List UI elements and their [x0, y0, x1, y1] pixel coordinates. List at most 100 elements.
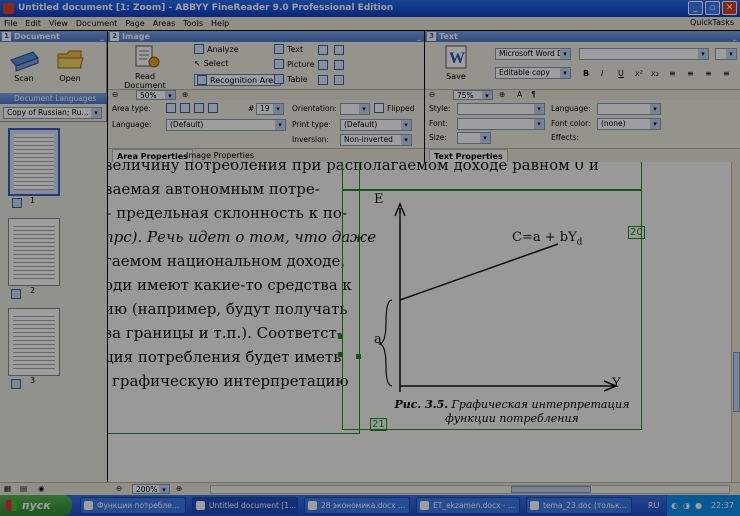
save-format-combo[interactable]: Microsoft Word D: [495, 48, 571, 60]
language-indicator[interactable]: RU: [648, 495, 659, 516]
close-button[interactable]: ✕: [722, 1, 737, 15]
align-right-icon[interactable]: ≡: [705, 69, 712, 78]
zoom-out-icon[interactable]: ⊖: [116, 483, 122, 495]
flipped-checkbox[interactable]: [374, 103, 384, 113]
recognition-area-picture[interactable]: [424, 190, 642, 430]
subscript-icon[interactable]: x₂: [651, 69, 659, 78]
bold-icon[interactable]: B: [583, 69, 589, 78]
text-zoom-combo[interactable]: 75%: [453, 90, 493, 100]
align-center-icon[interactable]: ≡: [687, 69, 694, 78]
taskbar-item[interactable]: tema_23.doc (тольк...: [526, 497, 632, 514]
font-size-combo[interactable]: [715, 48, 737, 60]
save-button[interactable]: W Save: [433, 44, 479, 81]
thumbnail-page-2[interactable]: [8, 218, 60, 299]
text-font-combo[interactable]: [457, 118, 545, 130]
minimize-panel-icon[interactable]: _: [100, 31, 104, 42]
recognition-area-header[interactable]: [424, 162, 642, 190]
thumbnail-page-3[interactable]: [8, 308, 60, 389]
image-zoom-combo[interactable]: 50%: [136, 90, 176, 100]
area-number-stepper[interactable]: 19: [256, 103, 284, 115]
view-thumbnails-icon[interactable]: ▦: [4, 483, 11, 495]
print-type-combo[interactable]: (Default): [340, 119, 412, 131]
area-type-picture-icon[interactable]: [194, 103, 204, 113]
recognition-area-text[interactable]: [108, 162, 360, 434]
quicktasks-button[interactable]: QuickTasks: [690, 18, 734, 27]
text-language-combo[interactable]: [597, 103, 661, 115]
font-color-combo[interactable]: (none): [597, 118, 661, 130]
paragraph-icon[interactable]: ¶: [531, 90, 536, 100]
remove-from-area-icon[interactable]: [334, 60, 344, 70]
title-bar[interactable]: Untitled document [1: Zoom] - ABBYY Fine…: [0, 0, 740, 17]
menu-document[interactable]: Document: [76, 19, 117, 28]
maximize-button[interactable]: ▫: [705, 1, 720, 15]
background-picture-icon[interactable]: [334, 45, 344, 55]
font-icon[interactable]: A: [517, 90, 522, 100]
inversion-combo[interactable]: Non-inverted: [340, 134, 412, 146]
area-resize-handle[interactable]: [356, 354, 361, 359]
save-mode-combo[interactable]: Editable copy: [495, 67, 571, 79]
recognition-area-button[interactable]: Recognition Area: [194, 74, 282, 86]
zoom-in-icon[interactable]: ⊕: [499, 90, 505, 100]
area-type-table-icon[interactable]: [180, 103, 190, 113]
clock[interactable]: 22:37: [711, 495, 734, 516]
horizontal-scrollbar[interactable]: [210, 485, 730, 494]
text-area-button[interactable]: Text: [274, 44, 303, 54]
vertical-scrollbar[interactable]: [731, 162, 740, 482]
taskbar-item[interactable]: 28 экономика.docx ...: [304, 497, 410, 514]
area-type-barcode-icon[interactable]: [208, 103, 218, 113]
tray-icon[interactable]: ●: [695, 495, 702, 516]
tray-icon[interactable]: ◑: [683, 495, 690, 516]
justify-icon[interactable]: ≡: [723, 69, 730, 78]
order-areas-icon[interactable]: [318, 75, 328, 85]
menu-areas[interactable]: Areas: [153, 19, 176, 28]
thumbnail-page-1[interactable]: [8, 128, 60, 208]
text-size-combo[interactable]: [457, 132, 491, 144]
orientation-combo[interactable]: [340, 103, 370, 115]
menu-help[interactable]: Help: [211, 19, 229, 28]
menu-edit[interactable]: Edit: [25, 19, 41, 28]
scrollbar-thumb[interactable]: [733, 352, 740, 412]
font-name-combo[interactable]: [579, 48, 709, 60]
tray-icon[interactable]: ◐: [671, 495, 678, 516]
view-details-icon[interactable]: ▤: [20, 483, 27, 495]
menu-tools[interactable]: Tools: [183, 19, 203, 28]
add-to-area-icon[interactable]: [318, 60, 328, 70]
delete-areas-icon[interactable]: [334, 75, 344, 85]
barcode-area-icon[interactable]: [318, 45, 328, 55]
minimize-panel-icon[interactable]: _: [417, 31, 421, 42]
style-combo[interactable]: [457, 103, 545, 115]
minimize-panel-icon[interactable]: _: [733, 31, 737, 42]
recognition-area-picture[interactable]: [342, 190, 424, 430]
zoom-out-icon[interactable]: ⊖: [112, 90, 118, 100]
menu-file[interactable]: File: [4, 19, 17, 28]
select-button[interactable]: ↖ Select: [194, 59, 228, 68]
recognition-area-header[interactable]: [342, 162, 424, 190]
analyze-button[interactable]: Analyze: [194, 44, 239, 54]
menu-page[interactable]: Page: [125, 19, 144, 28]
minimize-button[interactable]: _: [688, 1, 703, 15]
table-area-button[interactable]: Table: [274, 74, 308, 84]
picture-area-button[interactable]: Picture: [274, 59, 315, 69]
image-view[interactable]: величину потребления при располагаемом д…: [108, 162, 424, 482]
zoom-in-icon[interactable]: ⊕: [182, 90, 188, 100]
document-language-combo[interactable]: Copy of Russian; Ru...: [3, 107, 102, 119]
bottom-zoom-combo[interactable]: 200%: [132, 484, 170, 494]
open-button[interactable]: Open: [52, 46, 88, 83]
zoom-out-icon[interactable]: ⊖: [429, 90, 435, 100]
underline-icon[interactable]: U: [618, 69, 624, 78]
italic-icon[interactable]: I: [601, 69, 603, 78]
tab-image-properties[interactable]: Image Properties: [182, 149, 258, 163]
start-button[interactable]: пуск: [0, 495, 72, 516]
view-options-icon[interactable]: ◉: [38, 483, 45, 495]
zoom-in-icon[interactable]: ⊕: [176, 483, 182, 495]
scrollbar-thumb[interactable]: [511, 486, 591, 493]
superscript-icon[interactable]: x²: [635, 69, 643, 78]
read-document-button[interactable]: Read Document: [114, 44, 176, 90]
align-left-icon[interactable]: ≡: [669, 69, 676, 78]
area-language-combo[interactable]: (Default): [166, 119, 286, 131]
scan-button[interactable]: Scan: [6, 46, 42, 83]
taskbar-item[interactable]: Untitled document [1...: [192, 497, 298, 514]
taskbar-item[interactable]: ET_ekzamen.docx - ...: [416, 497, 520, 514]
text-view[interactable]: величину потребления при располагаемом д…: [424, 162, 740, 482]
area-type-text-icon[interactable]: [166, 103, 176, 113]
